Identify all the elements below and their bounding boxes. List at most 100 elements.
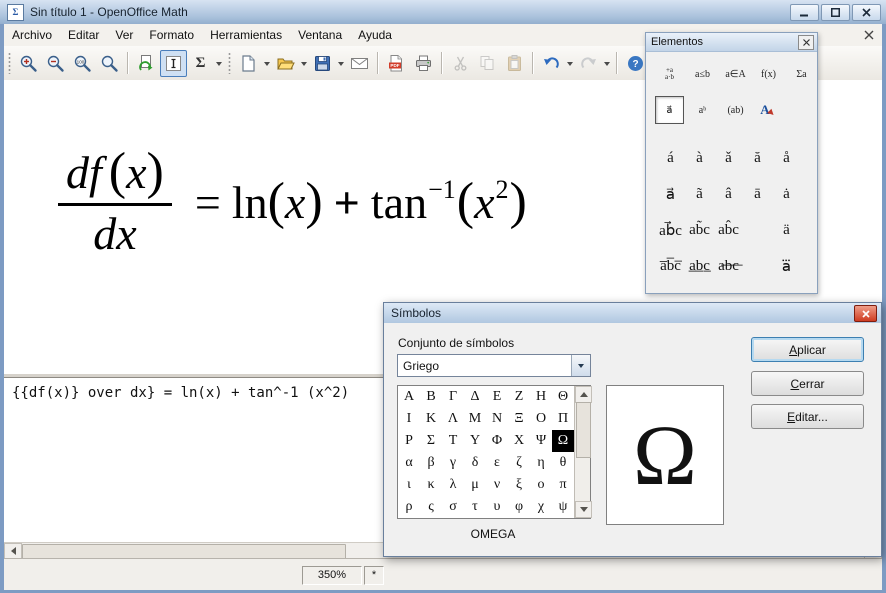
- symbol-cell[interactable]: Ξ: [508, 408, 530, 430]
- symbol-cell[interactable]: ξ: [508, 474, 530, 496]
- document-as-email-button[interactable]: [346, 50, 373, 77]
- symbol-cell[interactable]: η: [530, 452, 552, 474]
- symbol-cell[interactable]: σ: [442, 496, 464, 518]
- attribute-overline[interactable]: a̅b̅c̅: [656, 248, 685, 284]
- save-button[interactable]: [309, 50, 336, 77]
- symbol-cell[interactable]: Β: [420, 386, 442, 408]
- menu-ver[interactable]: Ver: [107, 25, 141, 45]
- symbols-catalog-button[interactable]: Σ: [187, 50, 214, 77]
- attribute-bar[interactable]: ā: [743, 176, 772, 212]
- symbol-cell[interactable]: Δ: [464, 386, 486, 408]
- symbol-cell[interactable]: υ: [486, 496, 508, 518]
- vertical-scrollbar[interactable]: [574, 386, 590, 518]
- export-pdf-button[interactable]: PDF: [383, 50, 410, 77]
- menu-editar[interactable]: Editar: [60, 25, 107, 45]
- symbol-cell[interactable]: ε: [486, 452, 508, 474]
- scroll-left-button[interactable]: [4, 543, 22, 560]
- close-button[interactable]: [852, 4, 881, 21]
- attribute-acute[interactable]: á: [656, 140, 685, 176]
- symbol-cell[interactable]: Χ: [508, 430, 530, 452]
- symbol-cell[interactable]: κ: [420, 474, 442, 496]
- symbol-cell[interactable]: Ν: [486, 408, 508, 430]
- category-functions[interactable]: f(x): [754, 60, 783, 88]
- update-button[interactable]: [133, 50, 160, 77]
- toolbar-handle[interactable]: [8, 52, 11, 74]
- symbol-cell[interactable]: Ψ: [530, 430, 552, 452]
- save-dropdown[interactable]: [336, 51, 346, 76]
- symbol-cell[interactable]: Ι: [398, 408, 420, 430]
- elementos-close-button[interactable]: [798, 35, 814, 50]
- formula-source-text[interactable]: {{df(x)} over dx} = ln(x) + tan^-1 (x^2): [12, 385, 349, 401]
- symbol-cell[interactable]: Φ: [486, 430, 508, 452]
- symbol-cell[interactable]: α: [398, 452, 420, 474]
- simbolos-titlebar[interactable]: Símbolos: [384, 303, 881, 323]
- symbol-cell-selected[interactable]: Ω: [552, 430, 574, 452]
- menu-herramientas[interactable]: Herramientas: [202, 25, 290, 45]
- symbol-cell[interactable]: Τ: [442, 430, 464, 452]
- redo-dropdown[interactable]: [602, 51, 612, 76]
- attribute-vec[interactable]: a⃗: [656, 176, 685, 212]
- attribute-double-dot[interactable]: ä: [772, 212, 801, 248]
- menu-ayuda[interactable]: Ayuda: [350, 25, 400, 45]
- symbol-cell[interactable]: Υ: [464, 430, 486, 452]
- undo-button[interactable]: [538, 50, 565, 77]
- symbol-cell[interactable]: χ: [530, 496, 552, 518]
- symbol-cell[interactable]: τ: [464, 496, 486, 518]
- cerrar-button[interactable]: Cerrar: [751, 371, 864, 396]
- attribute-widehat[interactable]: ab̂c: [714, 212, 743, 248]
- symbol-cell[interactable]: ζ: [508, 452, 530, 474]
- menu-formato[interactable]: Formato: [141, 25, 202, 45]
- zoom-out-button[interactable]: [42, 50, 69, 77]
- scrollbar-thumb[interactable]: [22, 544, 346, 559]
- document-close-button[interactable]: [861, 28, 877, 42]
- toolbar-handle[interactable]: [228, 52, 231, 74]
- symbol-cell[interactable]: θ: [552, 452, 574, 474]
- symbol-cell[interactable]: π: [552, 474, 574, 496]
- new-document-button[interactable]: [235, 50, 262, 77]
- attribute-dot[interactable]: ȧ: [772, 176, 801, 212]
- symbol-cell[interactable]: β: [420, 452, 442, 474]
- menu-ventana[interactable]: Ventana: [290, 25, 350, 45]
- print-button[interactable]: [410, 50, 437, 77]
- attribute-check[interactable]: ǎ: [714, 140, 743, 176]
- maximize-button[interactable]: [821, 4, 850, 21]
- zoom-level[interactable]: 350%: [302, 566, 362, 585]
- category-relations[interactable]: a≤b: [688, 60, 717, 88]
- formula-cursor-button[interactable]: [160, 50, 187, 77]
- new-document-dropdown[interactable]: [262, 51, 272, 76]
- attribute-strikethrough[interactable]: a̶b̶c̶: [714, 248, 743, 284]
- undo-dropdown[interactable]: [565, 51, 575, 76]
- attribute-breve[interactable]: ă: [743, 140, 772, 176]
- minimize-button[interactable]: [790, 4, 819, 21]
- category-operators[interactable]: Σa: [787, 60, 816, 88]
- symbol-cell[interactable]: Ο: [530, 408, 552, 430]
- symbol-cell[interactable]: Π: [552, 408, 574, 430]
- symbol-cell[interactable]: Γ: [442, 386, 464, 408]
- menu-archivo[interactable]: Archivo: [4, 25, 60, 45]
- zoom-in-button[interactable]: [15, 50, 42, 77]
- zoom-button[interactable]: [96, 50, 123, 77]
- symbol-cell[interactable]: ι: [398, 474, 420, 496]
- symbol-cell[interactable]: ρ: [398, 496, 420, 518]
- category-unary-binary-operators[interactable]: +a a·b: [655, 60, 684, 88]
- symbol-cell[interactable]: ς: [420, 496, 442, 518]
- simbolos-close-button[interactable]: [854, 305, 877, 322]
- symbol-cell[interactable]: ν: [486, 474, 508, 496]
- open-dropdown[interactable]: [299, 51, 309, 76]
- symbol-cell[interactable]: Η: [530, 386, 552, 408]
- scroll-down-button[interactable]: [575, 501, 592, 518]
- elementos-titlebar[interactable]: Elementos: [646, 33, 817, 52]
- symbol-cell[interactable]: λ: [442, 474, 464, 496]
- symbol-cell[interactable]: Ζ: [508, 386, 530, 408]
- symbol-cell[interactable]: δ: [464, 452, 486, 474]
- category-set-operations[interactable]: a∈A: [721, 60, 750, 88]
- symbol-cell[interactable]: μ: [464, 474, 486, 496]
- apply-button[interactable]: Aplicar: [751, 337, 864, 362]
- toolbar-overflow-button[interactable]: [214, 51, 224, 76]
- symbol-cell[interactable]: ο: [530, 474, 552, 496]
- symbol-cell[interactable]: Ρ: [398, 430, 420, 452]
- attribute-grave[interactable]: à: [685, 140, 714, 176]
- zoom-100-button[interactable]: 100: [69, 50, 96, 77]
- symbol-cell[interactable]: γ: [442, 452, 464, 474]
- category-brackets[interactable]: (ab): [721, 96, 750, 124]
